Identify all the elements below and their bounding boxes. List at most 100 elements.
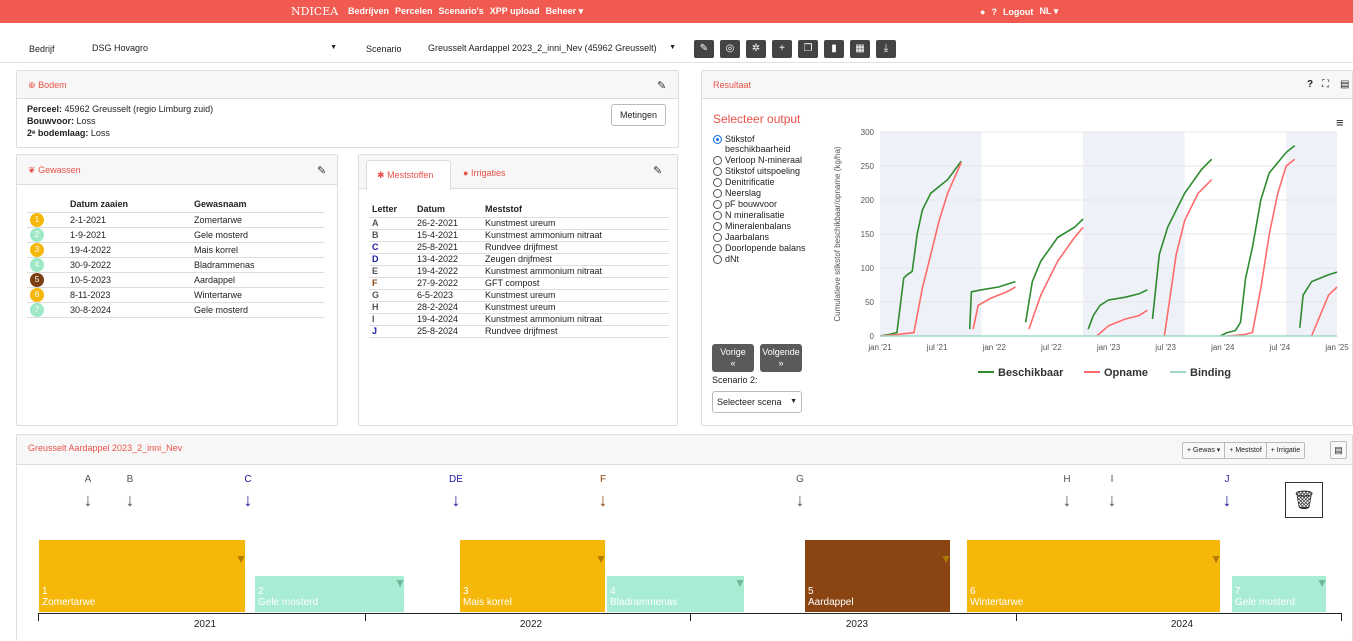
legend-item: Binding: [1190, 367, 1231, 379]
output-option[interactable]: Jaarbalans: [713, 232, 813, 242]
tab-irrigaties[interactable]: ● Irrigaties: [463, 168, 505, 178]
meststof-row[interactable]: I 19-4-2024 Kunstmest ammonium nitraat: [369, 313, 669, 326]
output-option[interactable]: Stikstof uitspoeling: [713, 166, 813, 176]
meststof-row[interactable]: H 28-2-2024 Kunstmest ureum: [369, 301, 669, 314]
double-left-icon: «: [730, 358, 736, 368]
radio-button[interactable]: [713, 189, 722, 198]
y-axis-label: Cumulatieve stikstof beschikbaar/opname …: [833, 146, 842, 322]
add-scenario-button[interactable]: +: [772, 40, 792, 58]
radio-button[interactable]: [713, 211, 722, 220]
calendar-button[interactable]: ▦: [850, 40, 870, 58]
metingen-button[interactable]: Metingen: [611, 104, 666, 126]
brand-logo[interactable]: NDICEA: [291, 5, 338, 18]
radio-button[interactable]: [713, 135, 722, 144]
output-option[interactable]: dNt: [713, 254, 813, 264]
settings-button[interactable]: ✲: [746, 40, 766, 58]
meststof-letter: E: [369, 265, 414, 278]
radio-button[interactable]: [713, 167, 722, 176]
drop-icon: ●: [463, 168, 469, 178]
meststof-row[interactable]: B 15-4-2021 Kunstmest ammonium nitraat: [369, 229, 669, 242]
meststof-row[interactable]: A 26-2-2021 Kunstmest ureum: [369, 217, 669, 230]
output-option[interactable]: Neerslag: [713, 188, 813, 198]
add-button-group: + Gewas ▾ + Meststof + Irrigatie: [1182, 442, 1306, 459]
volgende-button[interactable]: Volgende»: [760, 344, 802, 372]
edit-icon[interactable]: ✎: [317, 164, 326, 177]
target-button[interactable]: ◎: [720, 40, 740, 58]
main-nav: Bedrijven Percelen Scenario's XPP upload…: [348, 6, 583, 17]
export-icon[interactable]: ▤: [1340, 79, 1349, 90]
output-option[interactable]: N mineralisatie: [713, 210, 813, 220]
x-tick-label: jul '24: [1269, 343, 1291, 352]
gewas-row[interactable]: 1 2-1-2021 Zomertarwe: [27, 212, 324, 228]
meststof-row[interactable]: G 6-5-2023 Kunstmest ureum: [369, 289, 669, 302]
add-irrigatie-button[interactable]: + Irrigatie: [1267, 443, 1304, 458]
meststof-row[interactable]: F 27-9-2022 GFT compost: [369, 277, 669, 290]
edit-icon[interactable]: ✎: [657, 79, 666, 92]
fullscreen-icon[interactable]: ⛶: [1322, 79, 1329, 90]
meststof-date: 15-4-2021: [414, 229, 482, 242]
nav-bedrijven[interactable]: Bedrijven: [348, 6, 389, 17]
meststof-row[interactable]: J 25-8-2024 Rundvee drijfmest: [369, 325, 669, 338]
meststoffen-panel: ✱ Meststoffen ● Irrigaties ✎ Letter Datum…: [358, 154, 678, 426]
output-option[interactable]: Stikstof beschikbaarheid: [713, 134, 813, 154]
radio-button[interactable]: [713, 178, 722, 187]
gewas-row[interactable]: 6 8-11-2023 Wintertarwe: [27, 287, 324, 303]
meststof-date: 25-8-2024: [414, 325, 482, 338]
copy-scenario-button[interactable]: ❐: [798, 40, 818, 58]
radio-button[interactable]: [713, 222, 722, 231]
radio-button[interactable]: [713, 233, 722, 242]
radio-button[interactable]: [713, 156, 722, 165]
trash-drop-zone[interactable]: 🗑: [1285, 482, 1323, 518]
add-meststof-button[interactable]: + Meststof: [1225, 443, 1267, 458]
radio-button[interactable]: [713, 255, 722, 264]
delete-scenario-button[interactable]: ▮: [824, 40, 844, 58]
radio-button[interactable]: [713, 244, 722, 253]
nav-scenarios[interactable]: Scenario's: [439, 6, 484, 17]
gewas-row[interactable]: 5 10-5-2023 Aardappel: [27, 272, 324, 288]
vorige-button[interactable]: Vorige «: [712, 344, 754, 372]
edit-scenario-button[interactable]: ✎: [694, 40, 714, 58]
scenario-select[interactable]: Greusselt Aardappel 2023_2_inni_Nev (459…: [422, 39, 680, 57]
edit-icon[interactable]: ✎: [653, 164, 662, 177]
x-tick-label: jan '21: [867, 343, 892, 352]
output-option[interactable]: Mineralenbalans: [713, 221, 813, 231]
help-icon[interactable]: ?: [991, 7, 997, 17]
add-gewas-button[interactable]: + Gewas ▾: [1183, 443, 1226, 458]
gear-icon: ✲: [751, 43, 761, 54]
download-button[interactable]: ⤓: [876, 40, 896, 58]
meststof-row[interactable]: D 13-4-2022 Zeugen drijfmest: [369, 253, 669, 266]
gewas-row[interactable]: 7 30-8-2024 Gele mosterd: [27, 302, 324, 318]
radio-button[interactable]: [713, 200, 722, 209]
nav-xpp-upload[interactable]: XPP upload: [490, 6, 540, 17]
output-option-label: Doorlopende balans: [725, 243, 806, 253]
nav-percelen[interactable]: Percelen: [395, 6, 433, 17]
y-tick-label: 200: [861, 196, 875, 205]
gewas-row[interactable]: 2 1-9-2021 Gele mosterd: [27, 227, 324, 243]
output-option[interactable]: pF bouwvoor: [713, 199, 813, 209]
meststof-row[interactable]: C 25-8-2021 Rundvee drijfmest: [369, 241, 669, 254]
series-line-opname: [1226, 158, 1296, 337]
language-select[interactable]: NL ▾: [1039, 6, 1058, 17]
meststof-row[interactable]: E 19-4-2022 Kunstmest ammonium nitraat: [369, 265, 669, 278]
gewas-row[interactable]: 3 19-4-2022 Mais korrel: [27, 242, 324, 258]
meststof-name: Kunstmest ureum: [482, 301, 669, 314]
tab-meststoffen[interactable]: ✱ Meststoffen: [366, 160, 451, 190]
help-icon[interactable]: ?: [1307, 79, 1313, 90]
output-option[interactable]: Denitrificatie: [713, 177, 813, 187]
logout-link[interactable]: Logout: [1003, 7, 1034, 17]
scenario2-select[interactable]: Selecteer scena ▼: [712, 391, 802, 413]
bedrijf-select[interactable]: DSG Hovagro ▼: [86, 39, 341, 57]
meststof-letter: H: [369, 301, 414, 314]
bedrijf-label: Bedrijf: [29, 44, 55, 54]
meststof-letter: F: [369, 277, 414, 290]
output-option[interactable]: Verloop N-mineraal: [713, 155, 813, 165]
gewas-row[interactable]: 4 30-9-2022 Bladrammenas: [27, 257, 324, 273]
user-icon[interactable]: ●: [980, 7, 985, 17]
nav-beheer[interactable]: Beheer ▾: [546, 6, 584, 17]
output-option-label: Stikstof uitspoeling: [725, 166, 801, 176]
meststof-letter: C: [369, 241, 414, 254]
meststof-date: 6-5-2023: [414, 289, 482, 302]
output-option[interactable]: Doorlopende balans: [713, 243, 813, 253]
bodem-info: Perceel: 45962 Greusselt (regio Limburg …: [27, 104, 214, 138]
export-pdf-button[interactable]: ▤: [1330, 441, 1347, 459]
